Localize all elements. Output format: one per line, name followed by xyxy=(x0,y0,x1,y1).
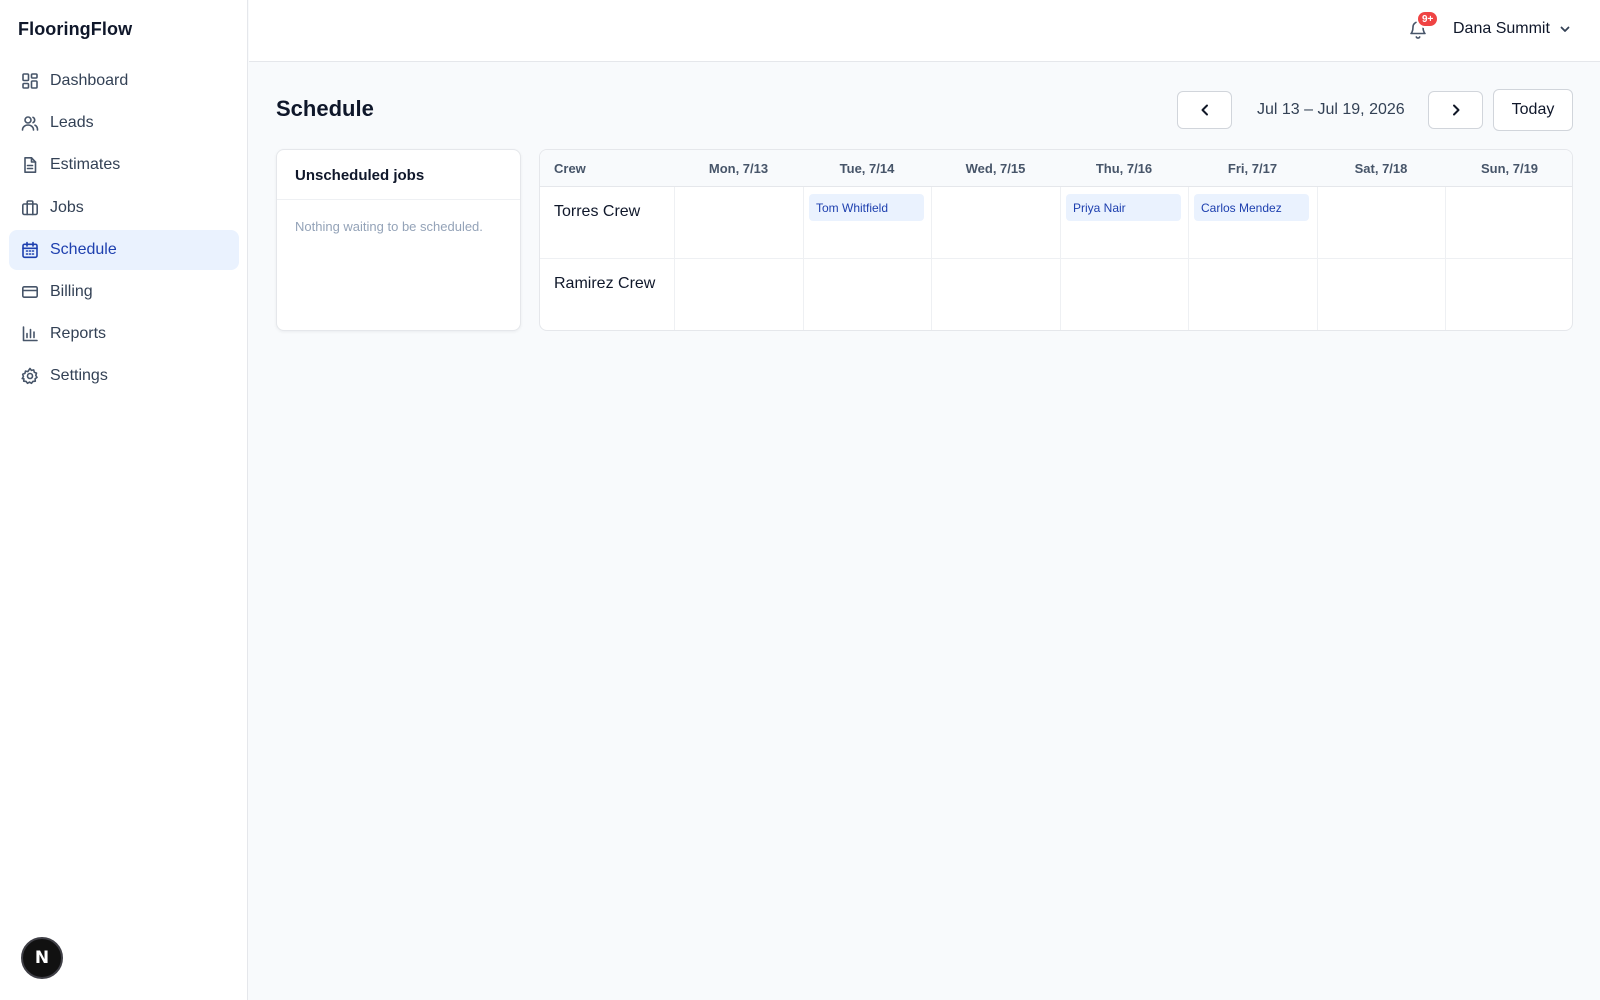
bar-chart-icon xyxy=(21,325,39,343)
sidebar-item-estimates[interactable]: Estimates xyxy=(9,145,239,185)
gear-icon xyxy=(21,367,39,385)
column-header-sat: Sat, 7/18 xyxy=(1354,161,1408,176)
date-range-label: Jul 13 – Jul 19, 2026 xyxy=(1257,101,1405,118)
sidebar-item-label: Billing xyxy=(50,282,93,300)
crew-row-torres: Torres Crew Tom Whitfield Priya Nair Car… xyxy=(540,187,1572,259)
dashboard-icon xyxy=(21,72,39,90)
sidebar: FlooringFlow Dashboard Leads Estimates J… xyxy=(0,0,248,1000)
sidebar-item-settings[interactable]: Settings xyxy=(9,356,239,396)
column-header-sun: Sun, 7/19 xyxy=(1480,161,1539,176)
chevron-right-icon xyxy=(1452,104,1459,116)
topbar xyxy=(249,0,1600,62)
unscheduled-jobs-title: Unscheduled jobs xyxy=(277,150,520,200)
sidebar-item-label: Estimates xyxy=(50,156,121,174)
sidebar-item-label: Dashboard xyxy=(50,72,129,89)
job-chip-carlos-mendez[interactable]: Carlos Mendez xyxy=(1194,194,1309,221)
column-header-crew: Crew xyxy=(554,161,586,176)
document-icon xyxy=(21,156,39,174)
sidebar-item-leads[interactable]: Leads xyxy=(9,103,239,143)
briefcase-icon xyxy=(21,199,39,217)
sidebar-item-label: Reports xyxy=(50,325,107,343)
sidebar-item-dashboard[interactable]: Dashboard xyxy=(9,61,239,101)
unscheduled-empty-message: Nothing waiting to be scheduled. xyxy=(295,219,483,234)
chevron-left-icon xyxy=(1201,104,1208,116)
dev-tools-badge-letter: N xyxy=(34,948,50,968)
notification-count-badge: 9+ xyxy=(1416,10,1440,28)
dev-tools-badge[interactable]: N xyxy=(21,937,63,979)
crew-name: Ramirez Crew xyxy=(554,275,656,292)
today-button[interactable]: Today xyxy=(1493,89,1573,131)
chevron-down-icon xyxy=(1560,26,1570,32)
sidebar-item-schedule[interactable]: Schedule xyxy=(9,229,239,270)
job-chip-priya-nair[interactable]: Priya Nair xyxy=(1066,194,1181,221)
column-header-fri: Fri, 7/17 xyxy=(1227,161,1278,176)
calendar-icon xyxy=(21,241,39,259)
crew-name: Torres Crew xyxy=(554,203,641,220)
user-menu[interactable]: Dana Summit xyxy=(1453,20,1571,38)
column-header-thu: Thu, 7/16 xyxy=(1095,161,1153,176)
column-header-wed: Wed, 7/15 xyxy=(965,161,1026,176)
sidebar-item-jobs[interactable]: Jobs xyxy=(9,188,239,228)
users-icon xyxy=(21,114,39,132)
page-title: Schedule xyxy=(276,96,374,121)
column-header-mon: Mon, 7/13 xyxy=(708,161,769,176)
job-chip-tom-whitfield[interactable]: Tom Whitfield xyxy=(809,194,924,221)
column-header-tue: Tue, 7/14 xyxy=(839,161,895,176)
sidebar-item-billing[interactable]: Billing xyxy=(9,272,239,312)
credit-card-icon xyxy=(21,283,39,301)
schedule-grid: Crew Mon, 7/13 Tue, 7/14 Wed, 7/15 Thu, … xyxy=(539,149,1573,331)
sidebar-item-label: Schedule xyxy=(50,240,117,258)
sidebar-item-label: Settings xyxy=(50,367,108,385)
unscheduled-jobs-panel: Unscheduled jobs Nothing waiting to be s… xyxy=(276,149,521,331)
crew-row-ramirez: Ramirez Crew xyxy=(540,259,1572,330)
next-week-button[interactable] xyxy=(1428,91,1483,129)
schedule-header-row: Crew Mon, 7/13 Tue, 7/14 Wed, 7/15 Thu, … xyxy=(540,150,1572,187)
user-name: Dana Summit xyxy=(1453,20,1550,37)
previous-week-button[interactable] xyxy=(1177,91,1232,129)
sidebar-item-label: Jobs xyxy=(50,198,84,216)
brand-logo[interactable]: FlooringFlow xyxy=(18,19,132,40)
sidebar-nav: Dashboard Leads Estimates Jobs Schedule xyxy=(9,61,239,399)
sidebar-item-reports[interactable]: Reports xyxy=(9,314,239,354)
sidebar-item-label: Leads xyxy=(50,114,94,132)
